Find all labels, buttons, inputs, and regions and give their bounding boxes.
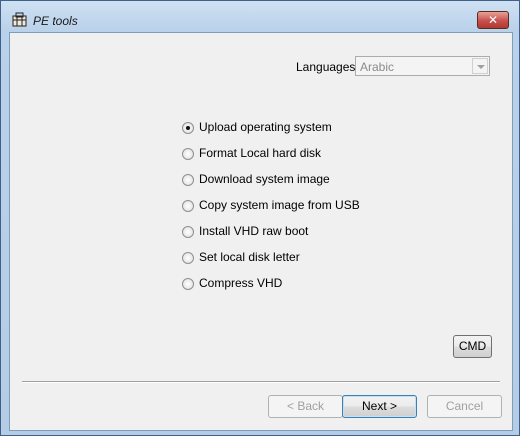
radio-upload-os[interactable]: [182, 122, 194, 134]
dialog-body: Languages Arabic Upload operating system…: [9, 32, 513, 431]
radio-format-disk[interactable]: [182, 148, 194, 160]
radio-copy-image-usb[interactable]: [182, 200, 194, 212]
next-button[interactable]: Next >: [342, 395, 417, 418]
option-label[interactable]: Install VHD raw boot: [199, 224, 308, 238]
radio-compress-vhd[interactable]: [182, 278, 194, 290]
app-window: PE tools ✕ Languages Arabic Upload opera…: [0, 0, 520, 436]
chevron-down-icon[interactable]: [472, 58, 488, 74]
title-bar[interactable]: PE tools ✕: [1, 1, 519, 33]
cancel-button[interactable]: Cancel: [427, 395, 502, 418]
radio-set-disk-letter[interactable]: [182, 252, 194, 264]
close-icon: ✕: [487, 13, 499, 27]
option-label[interactable]: Compress VHD: [199, 276, 282, 290]
option-label[interactable]: Copy system image from USB: [199, 198, 360, 212]
radio-install-vhd[interactable]: [182, 226, 194, 238]
option-label[interactable]: Upload operating system: [199, 120, 332, 134]
option-label[interactable]: Format Local hard disk: [199, 146, 321, 160]
divider: [22, 381, 500, 383]
option-label[interactable]: Set local disk letter: [199, 250, 300, 264]
languages-selected-value: Arabic: [360, 60, 395, 74]
languages-label: Languages: [296, 60, 356, 74]
languages-select[interactable]: Arabic: [355, 56, 490, 76]
option-label[interactable]: Download system image: [199, 172, 330, 186]
close-button[interactable]: ✕: [477, 11, 509, 29]
window-title: PE tools: [33, 14, 78, 28]
cmd-button[interactable]: CMD: [453, 335, 492, 358]
back-button[interactable]: < Back: [268, 395, 343, 418]
radio-download-image[interactable]: [182, 174, 194, 186]
toolbox-icon: [12, 12, 27, 27]
